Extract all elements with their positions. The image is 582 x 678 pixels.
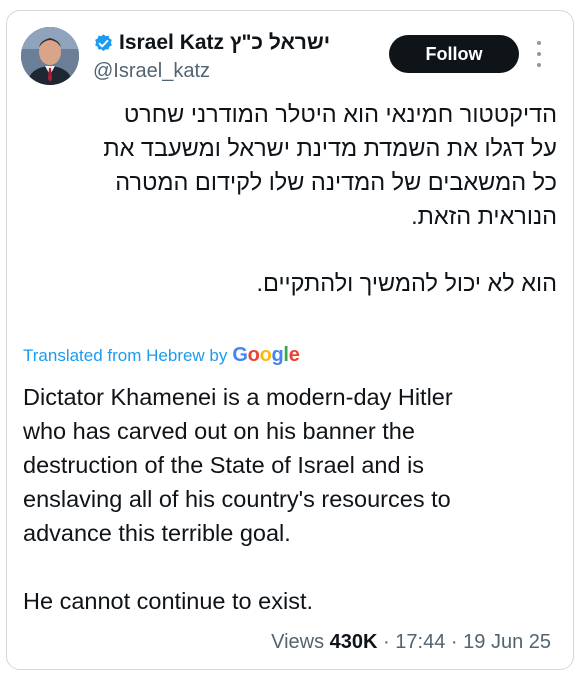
views-count[interactable]: 430K bbox=[330, 631, 378, 653]
author-display-name[interactable]: Israel Katz ישראל כ"ץ bbox=[119, 31, 330, 55]
post-text-translation: Dictator Khamenei is a modern-day Hitler… bbox=[23, 380, 563, 618]
english-line: enslaving all of his country's resources… bbox=[23, 486, 451, 512]
english-line: advance this terrible goal. bbox=[23, 520, 291, 546]
post-date[interactable]: 19 Jun 25 bbox=[463, 631, 551, 653]
meta-separator: · bbox=[450, 631, 458, 653]
views-label: Views bbox=[271, 631, 325, 653]
english-line: Dictator Khamenei is a modern-day Hitler bbox=[23, 384, 453, 410]
google-logo: Google bbox=[232, 344, 300, 366]
hebrew-line: הוא לא יכול להמשיך ולהתקיים. bbox=[256, 270, 557, 296]
avatar[interactable] bbox=[21, 27, 79, 85]
avatar-portrait bbox=[21, 27, 79, 85]
author-handle[interactable]: @Israel_katz bbox=[93, 60, 210, 83]
hebrew-line: הדיקטטור חמינאי הוא היטלר המודרני שחרט bbox=[123, 101, 557, 127]
tweet-card: Israel Katz ישראל כ"ץ @Israel_katz Follo… bbox=[6, 10, 574, 670]
english-line: who has carved out on his banner the bbox=[23, 418, 415, 444]
more-dots-icon[interactable] bbox=[533, 41, 545, 67]
hebrew-line: כל המשאבים של המדינה שלו לקידום המטרה bbox=[115, 169, 557, 195]
english-line: destruction of the State of Israel and i… bbox=[23, 452, 425, 478]
translation-note[interactable]: Translated from Hebrew by bbox=[23, 346, 227, 366]
post-text-hebrew: הדיקטטור חמינאי הוא היטלר המודרני שחרט ע… bbox=[23, 97, 557, 300]
english-line: He cannot continue to exist. bbox=[23, 588, 314, 614]
meta-separator: · bbox=[383, 631, 390, 653]
verified-badge-icon bbox=[95, 33, 112, 51]
post-time[interactable]: 17:44 bbox=[395, 631, 445, 653]
hebrew-line: הנוראית הזאת. bbox=[411, 203, 557, 229]
hebrew-line: על דגלו את השמדת מדינת ישראל ומשעבד את bbox=[103, 135, 557, 161]
translation-attribution[interactable]: Translated from Hebrew by Google bbox=[23, 344, 300, 367]
follow-button[interactable]: Follow bbox=[389, 35, 519, 73]
post-meta: Views 430K · 17:44 · 19 Jun 25 bbox=[271, 631, 551, 654]
author-name-row[interactable]: Israel Katz ישראל כ"ץ bbox=[93, 30, 330, 56]
